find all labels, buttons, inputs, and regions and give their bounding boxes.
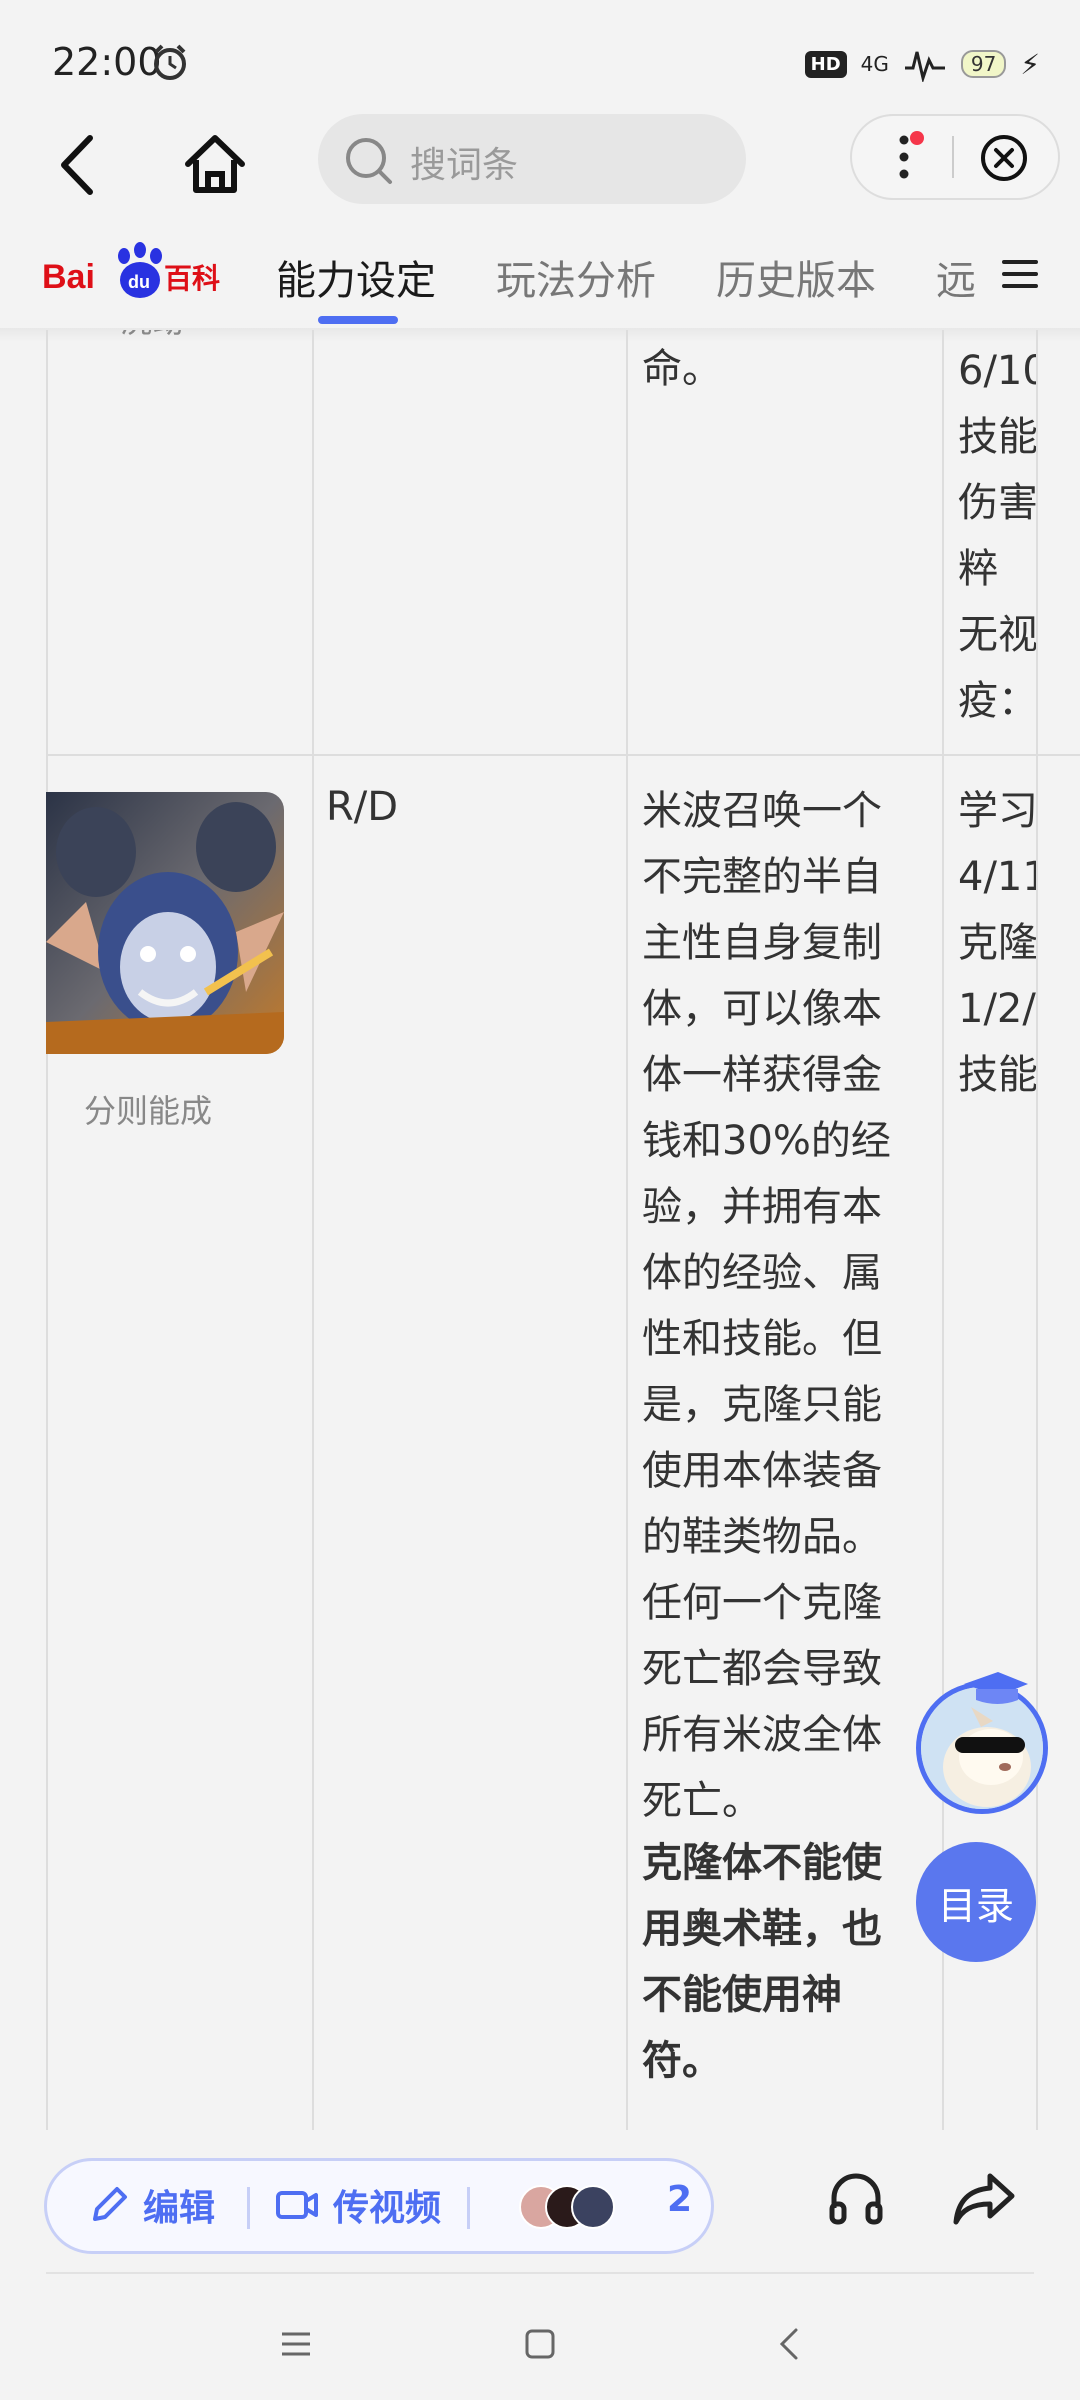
close-icon[interactable] [978,132,1030,184]
prev-detail-cell: 6/10 技能 伤害 粹 无视 疫： [958,348,1036,724]
mini-app-capsule [850,114,1060,200]
contributor-avatars[interactable] [519,2185,629,2229]
svg-text:百科: 百科 [164,262,220,295]
share-icon[interactable] [952,2168,1016,2228]
skill-detail-cell: 学习 4/11 克隆 1/2/ 技能 [958,788,1036,1098]
tab-gameplay[interactable]: 玩法分析 [496,248,656,306]
top-nav: 搜词条 [0,110,1080,230]
contributor-count[interactable]: 2 [667,2179,692,2220]
edit-button[interactable]: 编辑 [89,2179,215,2231]
active-tab-indicator [318,316,398,324]
home-icon[interactable] [180,130,250,200]
upload-video-button[interactable]: 传视频 [275,2179,441,2231]
toc-button[interactable]: 目录 [916,1842,1036,1962]
baidu-baike-logo: Bai du 百科 [42,242,220,298]
prev-desc-tail: 命。 [642,346,722,392]
table-row-divider [46,754,1080,756]
search-input[interactable]: 搜词条 [318,114,746,204]
status-icons: HD 4G 97 ⚡ [804,44,1040,84]
signal-icon [904,51,945,82]
table-vline [46,330,48,2130]
pencil-icon [93,2187,127,2221]
alarm-icon [154,44,186,80]
menu-icon[interactable] [1000,254,1040,294]
status-bar: 22:00 HD 4G 97 ⚡ [0,0,1080,110]
headphones-icon[interactable] [826,2168,886,2228]
bottom-action-bar: 编辑 传视频 2 [0,2130,1080,2290]
pill-divider [247,2187,250,2229]
tab-abilities[interactable]: 能力设定 [276,248,436,306]
contributor-avatar [571,2185,615,2229]
back-icon[interactable] [50,130,110,200]
table-vline [312,330,314,2130]
skill-hotkey: R/D [326,784,399,830]
skill-description: 米波召唤一个 不完整的半自 主性自身复制 体，可以像本 体一样获得金 钱和30%… [642,788,891,1824]
skill-name: 分则能成 [84,1092,213,1130]
bottom-divider [46,2272,1034,2274]
table-vline [626,330,628,2130]
charging-icon: ⚡ [1020,47,1040,81]
back-nav-icon[interactable] [770,2324,810,2364]
svg-text:du: du [128,272,150,292]
svg-text:Bai: Bai [42,258,95,296]
graduation-cap-icon [964,1672,1028,1704]
battery-level: 97 [960,50,1007,78]
skill-note: 克隆体不能使 用奥术鞋，也 不能使用神 符。 [642,1840,882,2084]
network-label: 4G [860,52,889,76]
pill-divider [467,2187,470,2229]
video-label: 传视频 [333,2188,442,2229]
tab-more-cut[interactable]: 远 [936,248,976,306]
hd-badge: HD [804,50,847,78]
section-tabs: Bai du 百科 能力设定 玩法分析 历史版本 远 [0,230,1080,330]
home-nav-icon[interactable] [520,2324,560,2364]
tab-history[interactable]: 历史版本 [716,248,876,306]
more-icon[interactable] [884,130,924,184]
ability-table: 洗劫 命。 6/10 技能 伤害 粹 无视 疫： [0,330,1080,2130]
prev-skill-caption: 洗劫 [120,330,184,342]
capsule-divider [952,136,954,178]
skill-portrait [46,792,284,1054]
recent-apps-icon[interactable] [276,2324,316,2364]
system-nav-bar [0,2290,1080,2400]
contribute-pill: 编辑 传视频 2 [44,2158,714,2254]
edit-label: 编辑 [143,2188,216,2229]
video-icon [276,2191,318,2219]
search-placeholder: 搜词条 [410,145,519,186]
search-icon [346,138,392,184]
status-time: 22:00 [52,40,162,84]
table-vline [1036,330,1038,2130]
